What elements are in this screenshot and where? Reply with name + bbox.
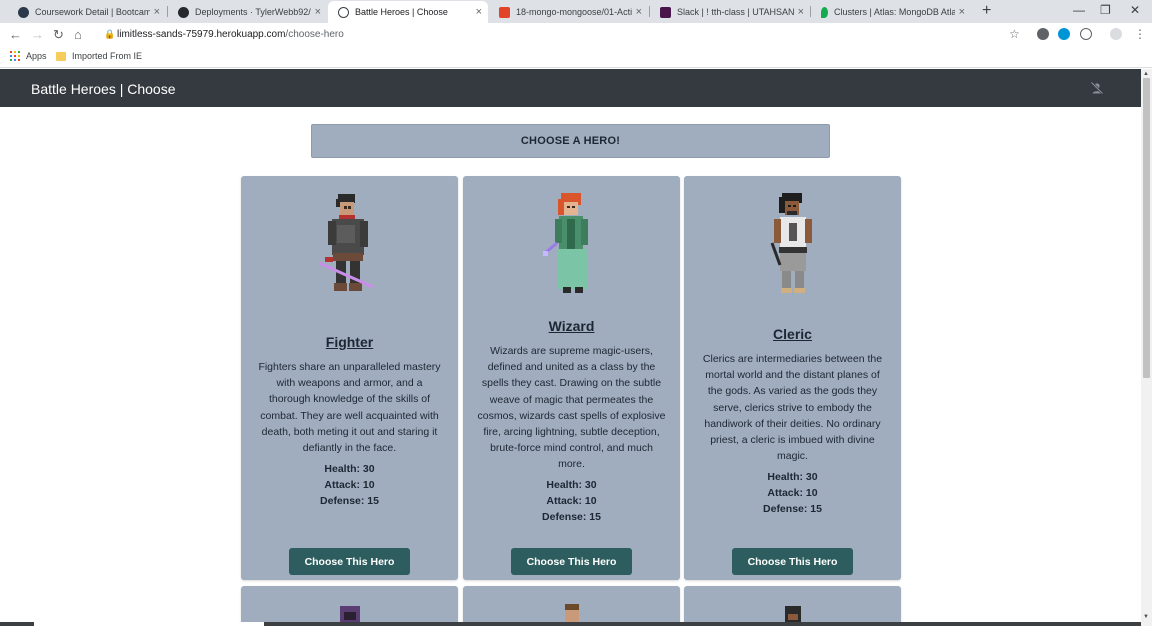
bookmarks-bar: Apps Imported From IE xyxy=(0,47,1152,68)
tab-close-icon[interactable]: × xyxy=(315,6,321,18)
hp-extension-icon[interactable] xyxy=(1058,28,1070,40)
restore-icon[interactable]: ❐ xyxy=(1100,3,1111,17)
hero-description: Wizards are supreme magic-users, defined… xyxy=(477,345,666,471)
bookmark-label: Imported From IE xyxy=(72,51,143,61)
hero-defense: Defense: 15 xyxy=(320,495,379,508)
taskbar-segment xyxy=(34,622,264,626)
hero-name: Wizard xyxy=(548,318,595,334)
hero-stats: Health: 30 Attack: 10 Defense: 15 xyxy=(463,477,680,526)
cleric-sprite-icon xyxy=(770,193,812,293)
bookmark-apps[interactable]: Apps xyxy=(10,51,47,61)
bookmark-imported-folder[interactable]: Imported From IE xyxy=(56,51,142,61)
extension-icon[interactable] xyxy=(1037,28,1049,40)
mongodb-leaf-icon xyxy=(821,6,828,18)
app-navbar: Battle Heroes | Choose xyxy=(0,69,1141,107)
hero-card-partial xyxy=(684,586,901,626)
tab-mongodb-atlas[interactable]: Clusters | Atlas: MongoDB Atlas × xyxy=(811,1,971,23)
hero-attack: Attack: 10 xyxy=(324,479,375,492)
reload-icon[interactable]: ↻ xyxy=(53,27,64,43)
choose-hero-button[interactable]: Choose This Hero xyxy=(511,548,632,575)
hero-name: Fighter xyxy=(325,334,374,350)
hero-description: Clerics are intermediaries between the m… xyxy=(702,353,883,463)
tab-battle-heroes[interactable]: Battle Heroes | Choose × xyxy=(328,1,488,23)
browser-tab-strip: Coursework Detail | Bootcamp Sp × Deploy… xyxy=(0,0,1152,23)
tab-title: Clusters | Atlas: MongoDB Atlas xyxy=(834,7,955,17)
profile-avatar-icon[interactable] xyxy=(1110,28,1122,40)
tab-close-icon[interactable]: × xyxy=(636,6,642,18)
menu-kebab-icon[interactable]: ⋮ xyxy=(1134,27,1146,41)
user-slash-icon[interactable] xyxy=(1090,81,1104,95)
choose-hero-banner: CHOOSE A HERO! xyxy=(311,124,830,158)
tab-close-icon[interactable]: × xyxy=(798,6,804,18)
hero-card-cleric: Cleric Clerics are intermediaries betwee… xyxy=(684,176,901,580)
hero-defense: Defense: 15 xyxy=(763,503,822,516)
tab-close-icon[interactable]: × xyxy=(959,6,965,18)
github-favicon-icon xyxy=(178,6,189,18)
hero-attack: Attack: 10 xyxy=(767,487,818,500)
home-icon[interactable]: ⌂ xyxy=(74,27,82,42)
gitlab-favicon-icon xyxy=(499,6,510,18)
wizard-sprite-icon xyxy=(542,193,588,293)
tab-close-icon[interactable]: × xyxy=(476,6,482,18)
tab-coursework[interactable]: Coursework Detail | Bootcamp Sp × xyxy=(8,1,166,23)
tab-title: Deployments · TylerWebb92/gro xyxy=(195,7,311,17)
hero-stats: Health: 30 Attack: 10 Defense: 15 xyxy=(684,469,901,518)
hero-health: Health: 30 xyxy=(324,463,375,475)
tab-title: 18-mongo-mongoose/01-Activiti xyxy=(516,7,632,17)
hero-description: Fighters share an unparalleled mastery w… xyxy=(258,361,441,455)
tab-title: Battle Heroes | Choose xyxy=(355,7,448,17)
bootcamp-favicon-icon xyxy=(18,6,29,18)
tab-title: Slack | ! tth-class | UTAHSANDY2 xyxy=(677,7,794,17)
lock-icon[interactable]: 🔒 xyxy=(104,29,115,40)
new-tab-button[interactable]: + xyxy=(982,2,991,20)
page-content: CHOOSE A HERO! Fighter Fighters share an… xyxy=(0,107,1141,626)
hero-health: Health: 30 xyxy=(546,479,597,491)
scroll-down-arrow-icon[interactable]: ▼ xyxy=(1143,614,1149,620)
fighter-sprite-icon xyxy=(317,194,374,291)
close-window-icon[interactable]: ✕ xyxy=(1130,3,1140,17)
folder-icon xyxy=(56,51,66,61)
minimize-icon[interactable]: — xyxy=(1073,3,1085,17)
hero-card-fighter: Fighter Fighters share an unparalleled m… xyxy=(241,176,458,580)
browser-toolbar: ← → ↻ ⌂ 🔒 limitless-sands-75979.herokuap… xyxy=(0,23,1152,47)
taskbar-edge xyxy=(0,622,1141,626)
hero-name: Cleric xyxy=(773,326,812,342)
hero-health: Health: 30 xyxy=(767,471,818,483)
hero-card-partial xyxy=(463,586,680,626)
tab-close-icon[interactable]: × xyxy=(154,6,160,18)
tab-slack[interactable]: Slack | ! tth-class | UTAHSANDY2 × xyxy=(650,1,810,23)
hero-card-partial xyxy=(241,586,458,626)
choose-hero-button[interactable]: Choose This Hero xyxy=(289,548,410,575)
app-title[interactable]: Battle Heroes | Choose xyxy=(31,81,176,97)
scroll-up-arrow-icon[interactable]: ▲ xyxy=(1143,71,1149,77)
hero-defense: Defense: 15 xyxy=(542,511,601,524)
forward-arrow-icon[interactable]: → xyxy=(31,27,44,42)
address-bar[interactable]: limitless-sands-75979.herokuapp.com/choo… xyxy=(117,29,344,40)
tab-deployments[interactable]: Deployments · TylerWebb92/gro × xyxy=(168,1,327,23)
extension-circle-icon[interactable] xyxy=(1080,28,1092,40)
react-favicon-icon xyxy=(338,6,349,18)
choose-hero-button[interactable]: Choose This Hero xyxy=(732,548,853,575)
tab-mongo-activities[interactable]: 18-mongo-mongoose/01-Activiti × xyxy=(489,1,648,23)
bookmark-star-icon[interactable]: ☆ xyxy=(1009,27,1020,41)
apps-grid-icon xyxy=(10,51,20,61)
bookmark-label: Apps xyxy=(26,51,47,61)
back-arrow-icon[interactable]: ← xyxy=(9,27,22,42)
hero-stats: Health: 30 Attack: 10 Defense: 15 xyxy=(241,461,458,510)
url-path: /choose-hero xyxy=(285,29,344,40)
tab-title: Coursework Detail | Bootcamp Sp xyxy=(35,7,150,17)
scrollbar-thumb[interactable] xyxy=(1143,78,1150,378)
hero-attack: Attack: 10 xyxy=(546,495,597,508)
slack-favicon-icon xyxy=(660,6,671,18)
hero-card-wizard: Wizard Wizards are supreme magic-users, … xyxy=(463,176,680,580)
url-host: limitless-sands-75979.herokuapp.com xyxy=(117,29,286,40)
